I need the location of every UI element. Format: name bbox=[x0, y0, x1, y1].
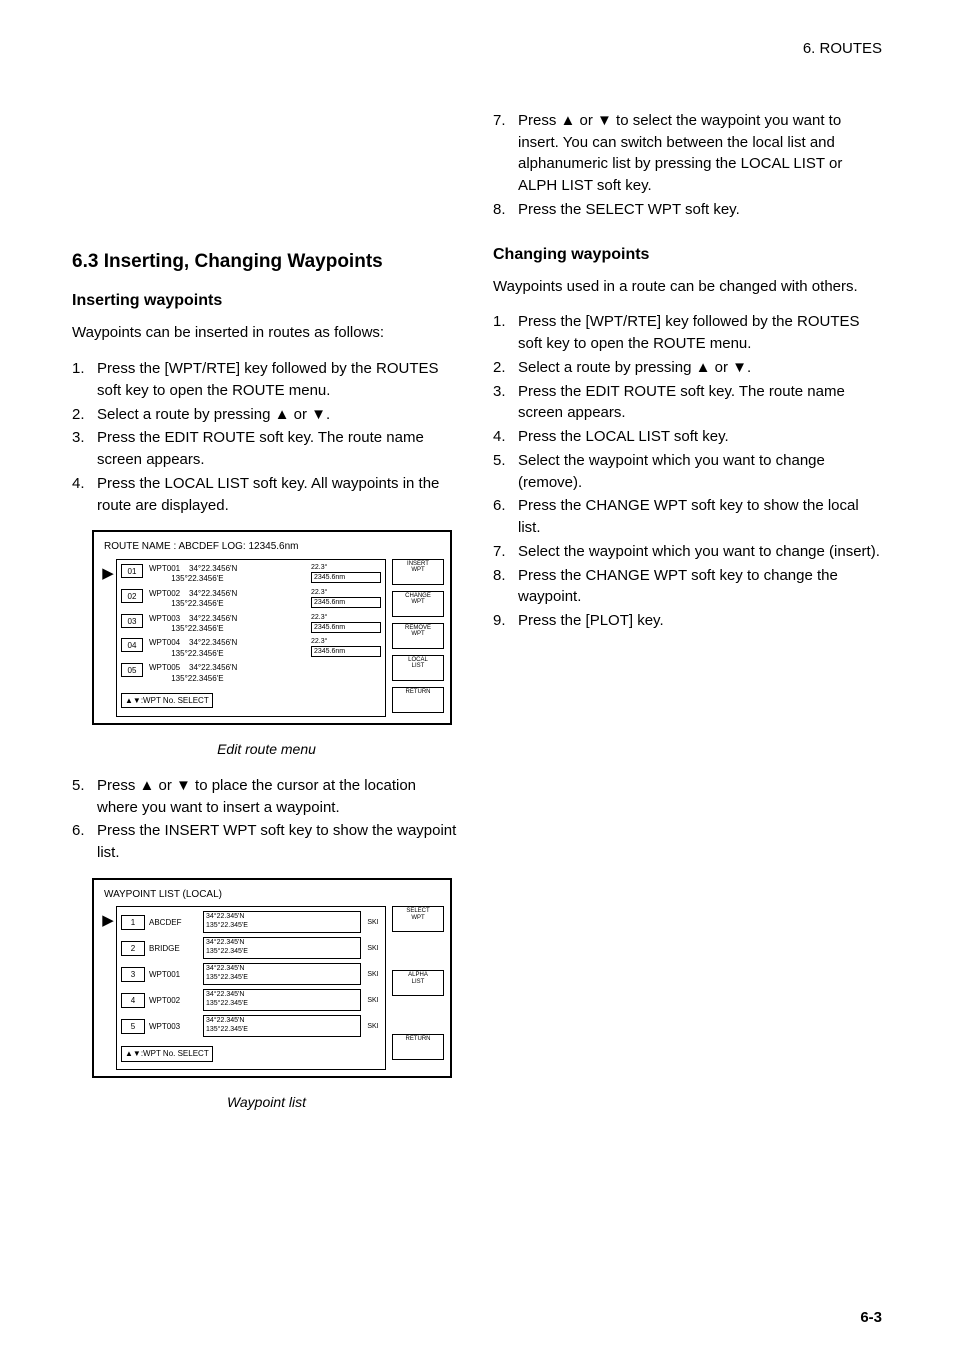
page-number: 6-3 bbox=[860, 1307, 882, 1329]
figure-footer-hint: ▲▼:WPT No. SELECT bbox=[121, 1046, 213, 1062]
two-column-layout: 6.3 Inserting, Changing Waypoints Insert… bbox=[72, 110, 882, 1129]
intro-text: Waypoints can be inserted in routes as f… bbox=[72, 322, 461, 344]
figure-edit-route: ROUTE NAME : ABCDEF LOG: 12345.6nm ▶ 01 … bbox=[92, 530, 452, 724]
route-row: 02 WPT002 34°22.3456'N 135°22.3456'E 22.… bbox=[121, 589, 381, 610]
wp-row: 1 ABCDEF 34°22.345'N 135°22.345'E SKI bbox=[121, 911, 381, 933]
steps-list-1-cont: 7.Press ▲ or ▼ to select the waypoint yo… bbox=[493, 110, 882, 221]
steps-list-2: 1.Press the [WPT/RTE] key followed by th… bbox=[493, 311, 882, 632]
route-row: 05 WPT005 34°22.3456'N 135°22.3456'E bbox=[121, 663, 381, 684]
figure-softkeys: SELECT WPT ALPHA LIST RETURN bbox=[386, 906, 444, 1070]
intro-text: Waypoints used in a route can be changed… bbox=[493, 276, 882, 298]
page-header: 6. ROUTES bbox=[72, 38, 882, 60]
figure-main-list: 01 WPT001 34°22.3456'N 135°22.3456'E 22.… bbox=[116, 559, 386, 717]
figure-title: WAYPOINT LIST (LOCAL) bbox=[100, 886, 444, 907]
step-item: 1.Press the [WPT/RTE] key followed by th… bbox=[493, 311, 882, 355]
softkey-remove-wpt[interactable]: REMOVE WPT bbox=[392, 623, 444, 649]
figure-main-list: 1 ABCDEF 34°22.345'N 135°22.345'E SKI 2 … bbox=[116, 906, 386, 1070]
right-column: 7.Press ▲ or ▼ to select the waypoint yo… bbox=[493, 110, 882, 1129]
step-item: 8.Press the CHANGE WPT soft key to chang… bbox=[493, 565, 882, 609]
left-column: 6.3 Inserting, Changing Waypoints Insert… bbox=[72, 110, 461, 1129]
step-item: 2.Select a route by pressing ▲ or ▼. bbox=[493, 357, 882, 379]
cursor-arrow-icon: ▶ bbox=[100, 906, 116, 1070]
figure-softkeys: INSERT WPT CHANGE WPT REMOVE WPT LOCAL L… bbox=[386, 559, 444, 717]
step-item: 4.Press the LOCAL LIST soft key. bbox=[493, 426, 882, 448]
softkey-change-wpt[interactable]: CHANGE WPT bbox=[392, 591, 444, 617]
softkey-return[interactable]: RETURN bbox=[392, 1034, 444, 1060]
step-item: 6.Press the CHANGE WPT soft key to show … bbox=[493, 495, 882, 539]
figure-title: ROUTE NAME : ABCDEF LOG: 12345.6nm bbox=[100, 538, 444, 559]
step-item: 3.Press the EDIT ROUTE soft key. The rou… bbox=[72, 427, 461, 471]
step-item: 3.Press the EDIT ROUTE soft key. The rou… bbox=[493, 381, 882, 425]
step-item: 4.Press the LOCAL LIST soft key. All way… bbox=[72, 473, 461, 517]
figure-caption: Edit route menu bbox=[72, 739, 461, 759]
steps-list-1: 1.Press the [WPT/RTE] key followed by th… bbox=[72, 358, 461, 516]
route-row: 03 WPT003 34°22.3456'N 135°22.3456'E 22.… bbox=[121, 614, 381, 635]
figure-footer-hint: ▲▼:WPT No. SELECT bbox=[121, 693, 213, 709]
step-item: 7.Select the waypoint which you want to … bbox=[493, 541, 882, 563]
step-item: 5.Select the waypoint which you want to … bbox=[493, 450, 882, 494]
route-row: 01 WPT001 34°22.3456'N 135°22.3456'E 22.… bbox=[121, 564, 381, 585]
figure-caption: Waypoint list bbox=[72, 1092, 461, 1112]
subsection-heading: Changing waypoints bbox=[493, 243, 882, 266]
steps-list-1b: 5.Press ▲ or ▼ to place the cursor at th… bbox=[72, 775, 461, 864]
figure-waypoint-list: WAYPOINT LIST (LOCAL) ▶ 1 ABCDEF 34°22.3… bbox=[92, 878, 452, 1078]
wp-row: 4 WPT002 34°22.345'N 135°22.345'E SKI bbox=[121, 989, 381, 1011]
subsection-heading: Inserting waypoints bbox=[72, 289, 461, 312]
cursor-arrow-icon: ▶ bbox=[100, 559, 116, 717]
section-heading: 6.3 Inserting, Changing Waypoints bbox=[72, 248, 461, 276]
softkey-local-list[interactable]: LOCAL LIST bbox=[392, 655, 444, 681]
wp-row: 3 WPT001 34°22.345'N 135°22.345'E SKI bbox=[121, 963, 381, 985]
softkey-insert-wpt[interactable]: INSERT WPT bbox=[392, 559, 444, 585]
softkey-alpha-list[interactable]: ALPHA LIST bbox=[392, 970, 444, 996]
step-item: 9.Press the [PLOT] key. bbox=[493, 610, 882, 632]
step-item: 8.Press the SELECT WPT soft key. bbox=[493, 199, 882, 221]
step-item: 6.Press the INSERT WPT soft key to show … bbox=[72, 820, 461, 864]
step-item: 7.Press ▲ or ▼ to select the waypoint yo… bbox=[493, 110, 882, 197]
wp-row: 5 WPT003 34°22.345'N 135°22.345'E SKI bbox=[121, 1015, 381, 1037]
step-item: 5.Press ▲ or ▼ to place the cursor at th… bbox=[72, 775, 461, 819]
softkey-select-wpt[interactable]: SELECT WPT bbox=[392, 906, 444, 932]
route-row: 04 WPT004 34°22.3456'N 135°22.3456'E 22.… bbox=[121, 638, 381, 659]
step-item: 1.Press the [WPT/RTE] key followed by th… bbox=[72, 358, 461, 402]
softkey-return[interactable]: RETURN bbox=[392, 687, 444, 713]
step-item: 2.Select a route by pressing ▲ or ▼. bbox=[72, 404, 461, 426]
wp-row: 2 BRIDGE 34°22.345'N 135°22.345'E SKI bbox=[121, 937, 381, 959]
